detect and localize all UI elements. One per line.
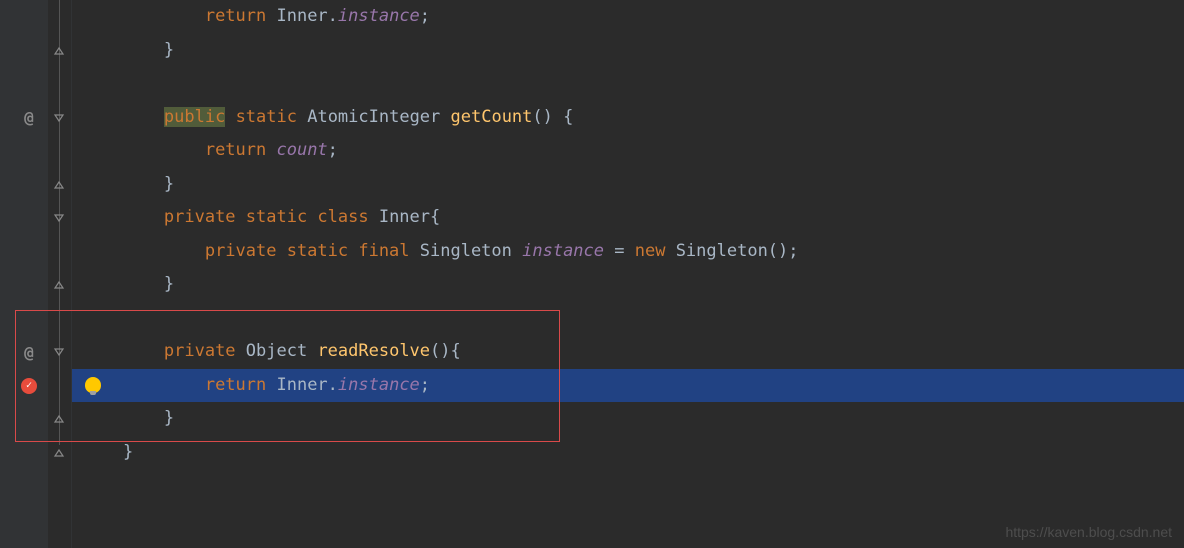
fold-open-icon[interactable]	[52, 111, 66, 125]
code-line[interactable]: }	[72, 168, 1184, 202]
code-line[interactable]: return Inner.instance;	[72, 0, 1184, 34]
fold-open-icon[interactable]	[52, 345, 66, 359]
code-line[interactable]: }	[72, 402, 1184, 436]
fold-close-icon[interactable]	[52, 412, 66, 426]
code-editor: @@ return Inner.instance; } public stati…	[0, 0, 1184, 548]
inspection-badge-icon[interactable]	[20, 377, 38, 395]
code-line[interactable]: public static AtomicInteger getCount() {	[72, 101, 1184, 135]
override-icon[interactable]: @	[20, 343, 38, 361]
intention-bulb-icon[interactable]	[85, 377, 101, 393]
code-line[interactable]: }	[72, 34, 1184, 68]
fold-close-icon[interactable]	[52, 178, 66, 192]
fold-close-icon[interactable]	[52, 278, 66, 292]
fold-open-icon[interactable]	[52, 211, 66, 225]
code-line[interactable]: private static class Inner{	[72, 201, 1184, 235]
code-line[interactable]: }	[72, 268, 1184, 302]
override-icon[interactable]: @	[20, 109, 38, 127]
code-line[interactable]: return Inner.instance;	[72, 369, 1184, 403]
code-line[interactable]	[72, 302, 1184, 336]
code-line[interactable]: return count;	[72, 134, 1184, 168]
fold-close-icon[interactable]	[52, 446, 66, 460]
code-area[interactable]: return Inner.instance; } public static A…	[72, 0, 1184, 548]
icon-gutter: @@	[0, 0, 48, 548]
watermark: https://kaven.blog.csdn.net	[1005, 524, 1172, 540]
code-line[interactable]: private Object readResolve(){	[72, 335, 1184, 369]
fold-gutter	[48, 0, 72, 548]
code-line[interactable]: private static final Singleton instance …	[72, 235, 1184, 269]
code-line[interactable]: }	[72, 436, 1184, 470]
fold-close-icon[interactable]	[52, 44, 66, 58]
code-line[interactable]	[72, 67, 1184, 101]
